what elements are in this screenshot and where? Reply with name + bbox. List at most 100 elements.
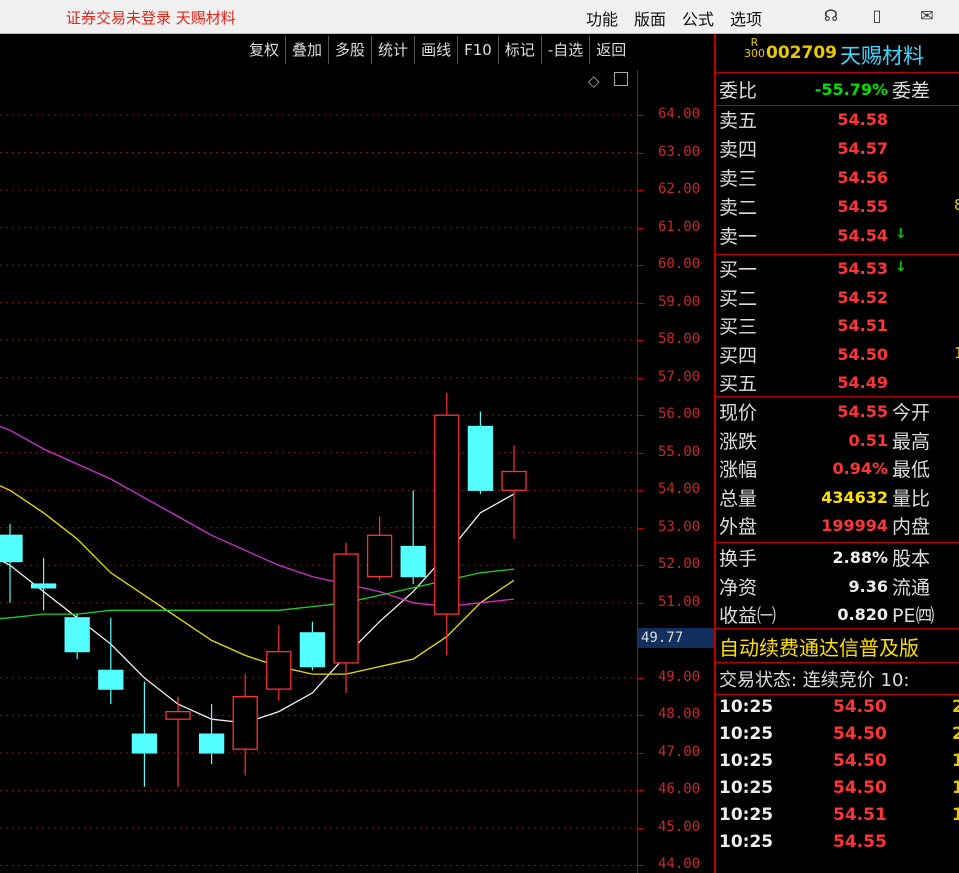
down-arrow-icon: ↓ [895, 259, 907, 275]
stat-value: 434632 [821, 487, 888, 507]
trade-time: 10:25 [719, 778, 774, 798]
ask-level-label: 卖一 [719, 226, 758, 248]
trade-time: 10:25 [719, 724, 774, 744]
stat-label2: 今开 [892, 402, 931, 424]
toolbar-watchlist-button[interactable]: -自选 [540, 36, 589, 64]
price-tick: 59.00 [658, 293, 701, 310]
trade-row: 10:25 54.55 [719, 832, 959, 859]
bid-level-row: 买三 54.51 [719, 312, 959, 338]
trade-price: 54.50 [833, 751, 887, 771]
bid-level-value: 54.51 [837, 316, 888, 335]
trade-vol: 1 [952, 805, 959, 825]
trade-row: 10:25 54.50 1 [719, 751, 959, 778]
bid-level-value: 54.52 [837, 287, 888, 307]
toolbar-f10-button[interactable]: F10 [457, 36, 498, 64]
toolbar-overlay-button[interactable]: 叠加 [285, 36, 328, 64]
window-title: 证券交易未登录 天赐材料 [66, 9, 236, 27]
stat-row: 总量 434632 量比 [719, 484, 959, 510]
tick-mark [638, 677, 644, 679]
stat-value: 0.51 [848, 430, 888, 450]
bid-level-value: 54.49 [837, 373, 888, 392]
tick-mark [638, 865, 644, 867]
price-tick: 58.00 [658, 331, 701, 348]
trade-price: 54.51 [833, 805, 887, 825]
menu-layout[interactable]: 版面 [634, 6, 666, 30]
ask-level-row: 卖四 54.57 [719, 135, 959, 161]
toolbar-adjust-button[interactable]: 复权 [243, 36, 285, 64]
toolbar-multi-stock-button[interactable]: 多股 [328, 36, 371, 64]
stat-label2: 内盘 [892, 516, 931, 538]
ask-level-volume: 8 [954, 196, 959, 214]
tick-mark [638, 415, 644, 417]
price-tick: 56.00 [658, 406, 701, 423]
price-tick: 61.00 [658, 218, 701, 235]
price-tick: 62.00 [658, 181, 701, 198]
stat-label2: 量比 [892, 487, 931, 510]
bid-level-row: 买五 54.49 [719, 369, 959, 395]
stat-label2: 股本 [892, 548, 931, 570]
tick-mark [638, 452, 644, 454]
headset-icon[interactable]: ☊ [820, 6, 842, 26]
ask-level-row: 卖五 54.58 [719, 106, 959, 132]
tick-mark [638, 377, 644, 379]
price-tick: 55.00 [658, 443, 701, 460]
stat-label: 现价 [719, 402, 758, 424]
toolbar-stats-button[interactable]: 统计 [371, 36, 414, 64]
ask-level-value: 54.57 [837, 139, 888, 158]
toolbar-mark-button[interactable]: 标记 [497, 36, 541, 64]
tick-mark [638, 602, 644, 604]
stat-label2: 最高 [892, 430, 931, 453]
trade-time: 10:25 [719, 751, 774, 771]
menu-function[interactable]: 功能 [586, 6, 618, 30]
chart-toolbar: 复权 叠加 多股 统计 画线 F10 标记 -自选 返回 [243, 36, 632, 66]
stat-label: 净资 [719, 576, 758, 599]
bid-level-label: 买四 [719, 344, 758, 367]
stat-value: 0.94% [832, 459, 888, 478]
price-tick: 54.00 [658, 481, 701, 498]
candle-body [400, 545, 426, 578]
stat-value: 9.36 [848, 576, 888, 596]
tick-mark [638, 340, 644, 342]
stat-value: 2.88% [832, 548, 888, 567]
quote-header: R 300 002709 天赐材料 [716, 34, 959, 73]
trade-time: 10:25 [719, 832, 774, 852]
main-menu: 功能 版面 公式 选项 [586, 6, 762, 30]
tick-mark [638, 115, 644, 117]
candle-body [131, 733, 158, 754]
promo-marquee[interactable]: 自动续费通达信普及版 [719, 632, 919, 661]
mail-icon[interactable]: ✉ [916, 6, 938, 26]
candle-body [266, 650, 292, 690]
stat-label: 总量 [719, 487, 758, 510]
toolbar-draw-button[interactable]: 画线 [414, 36, 457, 64]
candlestick-chart[interactable] [0, 70, 637, 873]
price-tick: 51.00 [658, 593, 701, 610]
price-tick: 49.00 [658, 668, 701, 685]
stat-row: 涨幅 0.94% 最低 [719, 455, 959, 481]
tick-mark [638, 752, 644, 754]
toolbar-back-button[interactable]: 返回 [589, 36, 632, 64]
bid-level-volume: 1 [954, 343, 959, 362]
clipboard-icon[interactable]: ▯ [866, 6, 888, 26]
ask-level-row: 卖一 54.54 ↓ [719, 222, 959, 248]
trade-vol: 1 [952, 778, 959, 798]
price-tick: 63.00 [658, 143, 701, 160]
tick-mark [638, 565, 644, 567]
candle-body [434, 414, 460, 615]
trade-time: 10:25 [719, 805, 774, 825]
trade-status: 交易状态: 连续竞价 10: [719, 670, 910, 691]
ask-level-row: 卖二 54.55 8 [719, 193, 959, 219]
menu-formula[interactable]: 公式 [682, 6, 714, 30]
ask-level-label: 卖三 [719, 168, 758, 190]
menu-options[interactable]: 选项 [730, 6, 762, 30]
tick-mark [638, 527, 644, 529]
price-tick: 47.00 [658, 743, 701, 760]
stat-row: 换手 2.88% 股本 [719, 544, 959, 570]
stat-value: 0.820 [837, 605, 888, 624]
weibi-label: 委比 [719, 80, 758, 102]
price-tick: 64.00 [658, 106, 701, 123]
stat-label: 换手 [719, 548, 758, 570]
stat-value: 54.55 [837, 402, 888, 421]
price-tick: 52.00 [658, 556, 701, 573]
tick-mark [638, 827, 644, 829]
candle-body [467, 425, 494, 491]
